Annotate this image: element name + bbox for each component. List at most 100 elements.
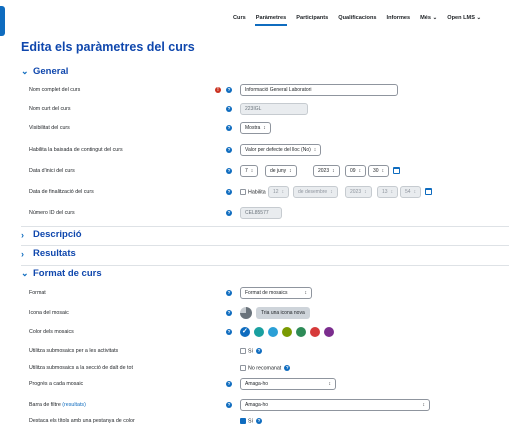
section-description[interactable]: › Descripció xyxy=(21,229,82,240)
end-month-select[interactable]: de desembre xyxy=(293,186,338,198)
end-day-select[interactable]: 12 xyxy=(268,186,290,198)
help-icon[interactable]: ? xyxy=(226,189,232,195)
start-hour-select[interactable]: 09 xyxy=(345,165,367,177)
chevron-right-icon: › xyxy=(21,229,24,240)
choose-icon-button[interactable]: Tria una icona nova xyxy=(256,307,310,319)
enddate-label: Data de finalització del curs xyxy=(29,189,94,195)
help-icon[interactable]: ? xyxy=(226,168,232,174)
tile-icon-preview-icon xyxy=(240,307,252,319)
help-icon[interactable]: ? xyxy=(256,348,263,354)
help-icon[interactable]: ? xyxy=(226,87,232,93)
color-swatch[interactable] xyxy=(268,327,278,337)
highlight-label: Destaca els títols amb una pestanya de c… xyxy=(29,418,135,424)
tab-more[interactable]: Més ⌄ xyxy=(415,14,442,28)
row-tile-color: Color dels mosaics ? xyxy=(0,325,515,340)
color-swatch[interactable] xyxy=(254,327,264,337)
visibility-select[interactable]: Mostra xyxy=(240,122,271,134)
tab-grades[interactable]: Qualificacions xyxy=(333,14,381,28)
row-highlight: Destaca els títols amb una pestanya de c… xyxy=(0,414,515,428)
row-progress: Progrés a cada mosaic ? Amaga-ho xyxy=(0,377,515,392)
help-icon[interactable]: ? xyxy=(226,329,232,335)
idnumber-input[interactable]: CEL85577 xyxy=(240,207,282,219)
color-swatch[interactable] xyxy=(296,327,306,337)
divider xyxy=(21,245,509,246)
tab-settings[interactable]: Paràmetres xyxy=(251,14,291,28)
start-month-select[interactable]: de juny xyxy=(265,165,297,177)
tab-reports[interactable]: Informes xyxy=(382,14,416,28)
highlight-checkbox[interactable]: Sí? xyxy=(240,418,263,425)
format-select[interactable]: Format de mosaics xyxy=(240,287,312,299)
start-day-select[interactable]: 7 xyxy=(240,165,259,177)
help-icon[interactable]: ? xyxy=(284,365,291,371)
fullname-input[interactable]: Informació General Laboratori xyxy=(240,84,398,96)
row-startdate: Data d'inici del curs ? 7 de juny 2023 0… xyxy=(0,164,515,179)
tile-icon-label: Icona del mosaic xyxy=(29,310,69,316)
outcomes-link[interactable]: (resultats) xyxy=(62,402,86,408)
divider xyxy=(21,265,509,266)
section-description-title: Descripció xyxy=(33,229,82,240)
section-outcomes[interactable]: › Resultats xyxy=(21,248,76,259)
end-year-select[interactable]: 2023 xyxy=(345,186,372,198)
fullname-label: Nom complet del curs xyxy=(29,87,81,93)
row-subtiles: Utilitza submosaics per a les activitats… xyxy=(0,344,515,359)
section-outcomes-title: Resultats xyxy=(33,248,76,259)
row-subtiles-top: Utilitza submosaics a la secció de dalt … xyxy=(0,361,515,376)
end-enable-checkbox[interactable]: Habilita xyxy=(240,189,266,195)
help-icon[interactable]: ? xyxy=(226,402,232,408)
download-label: Habilita la baixada de contingut del cur… xyxy=(29,147,123,153)
progress-select[interactable]: Amaga-ho xyxy=(240,378,336,390)
start-minute-select[interactable]: 30 xyxy=(368,165,390,177)
idnumber-label: Número ID del curs xyxy=(29,210,75,216)
subtiles-checkbox[interactable]: Sí? xyxy=(240,348,263,354)
startdate-label: Data d'inici del curs xyxy=(29,168,75,174)
calendar-icon[interactable] xyxy=(425,188,432,195)
filterbar-select[interactable]: Amaga-ho xyxy=(240,399,430,411)
help-icon[interactable]: ? xyxy=(226,290,232,296)
download-select[interactable]: Valor per defecte del lloc (No) xyxy=(240,144,322,156)
color-swatch[interactable] xyxy=(310,327,320,337)
format-label: Format xyxy=(29,290,46,296)
help-icon[interactable]: ? xyxy=(226,106,232,112)
start-year-select[interactable]: 2023 xyxy=(313,165,340,177)
chevron-right-icon: › xyxy=(21,248,24,259)
tile-color-label: Color dels mosaics xyxy=(29,329,74,335)
end-minute-select[interactable]: 54 xyxy=(400,186,422,198)
highlight-value: Sí xyxy=(248,418,254,425)
help-icon[interactable]: ? xyxy=(256,418,263,424)
drawer-toggle[interactable] xyxy=(0,6,5,36)
row-fullname: Nom complet del curs ! ? Informació Gene… xyxy=(0,83,515,98)
row-download: Habilita la baixada de contingut del cur… xyxy=(0,143,515,158)
row-visibility: Visibilitat del curs ? Mostra xyxy=(0,121,515,136)
shortname-input[interactable]: 223IGL xyxy=(240,103,308,115)
tab-course[interactable]: Curs xyxy=(228,14,251,28)
checkbox-icon xyxy=(240,348,246,354)
color-swatch[interactable] xyxy=(240,327,250,337)
tab-participants[interactable]: Participants xyxy=(291,14,333,28)
help-icon[interactable]: ? xyxy=(226,310,232,316)
row-shortname: Nom curt del curs ? 223IGL xyxy=(0,102,515,117)
progress-label: Progrés a cada mosaic xyxy=(29,381,84,387)
filterbar-label: Barra de filtre (resultats) xyxy=(29,402,86,408)
help-icon[interactable]: ? xyxy=(226,147,232,153)
help-icon[interactable]: ? xyxy=(226,125,232,131)
checkbox-checked-icon xyxy=(240,418,246,424)
subtiles-top-checkbox[interactable]: No recomanat? xyxy=(240,365,291,372)
color-swatch[interactable] xyxy=(282,327,292,337)
help-icon[interactable]: ? xyxy=(226,210,232,216)
calendar-icon[interactable] xyxy=(393,167,400,174)
subtiles-top-label: Utilitza submosaics a la secció de dalt … xyxy=(29,365,133,371)
shortname-label: Nom curt del curs xyxy=(29,106,71,112)
help-icon[interactable]: ? xyxy=(226,381,232,387)
color-swatch[interactable] xyxy=(324,327,334,337)
visibility-label: Visibilitat del curs xyxy=(29,125,70,131)
required-icon: ! xyxy=(215,87,221,93)
end-hour-select[interactable]: 13 xyxy=(377,186,399,198)
tab-open-lms[interactable]: Open LMS ⌄ xyxy=(442,14,486,28)
section-course-format[interactable]: ⌄ Format de curs xyxy=(21,268,102,279)
page-title: Edita els paràmetres del curs xyxy=(21,40,195,54)
subtiles-top-value: No recomanat xyxy=(248,365,282,372)
row-filterbar: Barra de filtre (resultats) ? Amaga-ho xyxy=(0,398,515,413)
end-enable-label: Habilita xyxy=(248,189,266,196)
checkbox-icon xyxy=(240,365,246,371)
section-general[interactable]: ⌄ General xyxy=(21,66,68,77)
